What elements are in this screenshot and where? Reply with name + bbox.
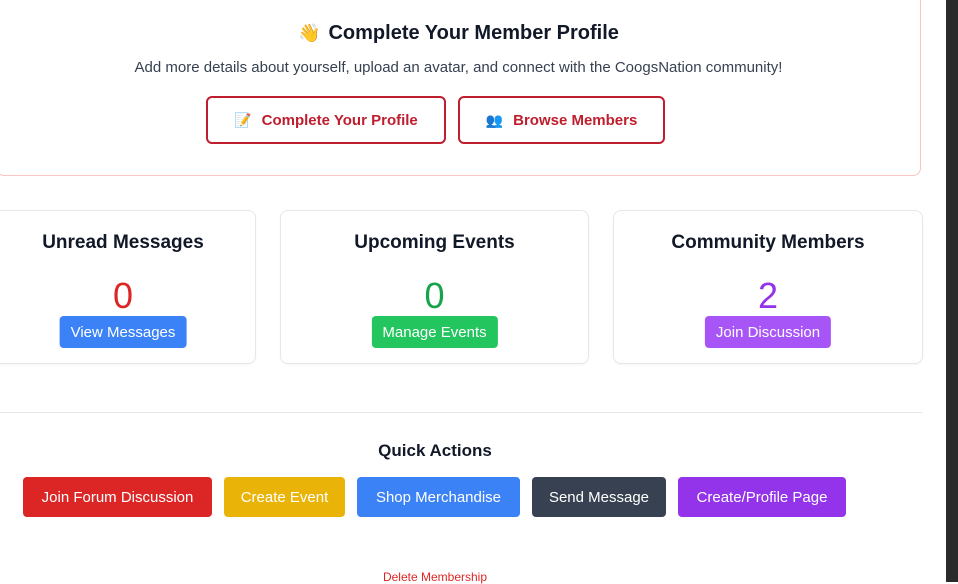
memo-icon: 📝 bbox=[234, 111, 252, 128]
upcoming-events-count: 0 bbox=[424, 275, 445, 316]
waving-hand-icon: 👋 bbox=[298, 23, 321, 43]
browse-members-button[interactable]: 👥 Browse Members bbox=[458, 96, 665, 144]
community-members-card: Community Members 2 Join Discussion bbox=[613, 210, 923, 364]
create-profile-page-button[interactable]: Create/Profile Page bbox=[678, 477, 846, 517]
quick-actions-title: Quick Actions bbox=[378, 441, 492, 460]
unread-messages-card: Unread Messages 0 View Messages bbox=[0, 210, 256, 364]
profile-card-title-text: Complete Your Member Profile bbox=[328, 22, 619, 44]
unread-messages-count: 0 bbox=[112, 275, 134, 316]
profile-completion-card: 👋 Complete Your Member Profile Add more d… bbox=[0, 0, 921, 176]
stat-title: Upcoming Events bbox=[354, 232, 515, 253]
send-message-button[interactable]: Send Message bbox=[532, 477, 666, 517]
stat-title: Community Members bbox=[671, 232, 865, 253]
shop-merchandise-button[interactable]: Shop Merchandise bbox=[357, 477, 520, 517]
scrollbar[interactable] bbox=[946, 0, 958, 582]
create-event-button[interactable]: Create Event bbox=[224, 477, 345, 517]
browse-members-label: Browse Members bbox=[513, 111, 638, 129]
members-icon: 👥 bbox=[485, 111, 504, 128]
section-divider bbox=[0, 412, 922, 413]
complete-profile-label: Complete Your Profile bbox=[261, 111, 418, 129]
manage-events-button[interactable]: Manage Events bbox=[371, 316, 498, 348]
complete-profile-button[interactable]: 📝 Complete Your Profile bbox=[206, 96, 446, 144]
stat-title: Unread Messages bbox=[42, 232, 204, 253]
profile-card-subtitle: Add more details about yourself, upload … bbox=[134, 59, 783, 76]
view-messages-button[interactable]: View Messages bbox=[59, 316, 187, 348]
join-forum-discussion-button[interactable]: Join Forum Discussion bbox=[23, 477, 212, 517]
upcoming-events-card: Upcoming Events 0 Manage Events bbox=[280, 210, 589, 364]
join-discussion-button[interactable]: Join Discussion bbox=[704, 316, 832, 348]
profile-card-title: 👋 Complete Your Member Profile bbox=[0, 22, 920, 45]
community-members-count: 2 bbox=[757, 275, 779, 316]
